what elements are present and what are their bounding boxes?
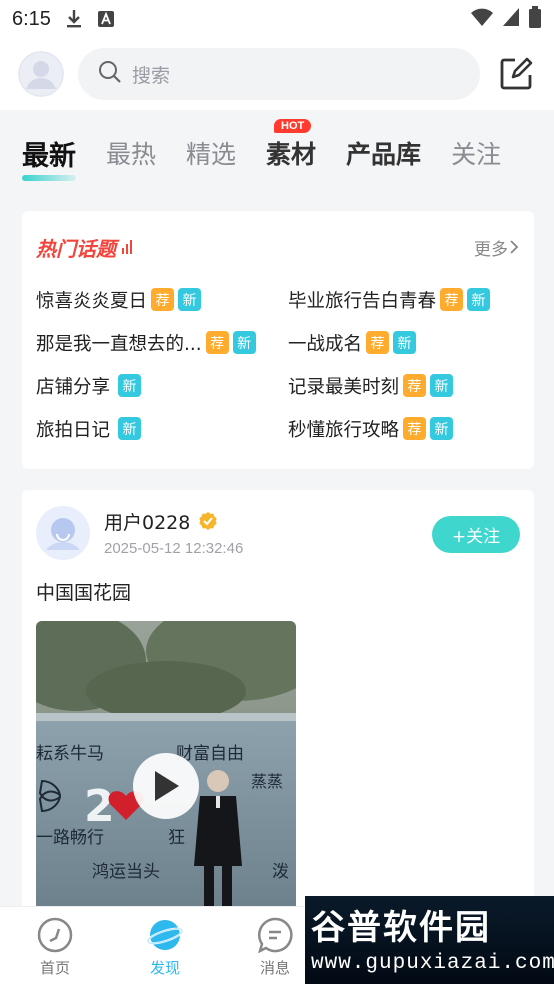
more-topics-link[interactable]: 更多 <box>474 235 520 260</box>
topic-label: 毕业旅行告白青春 <box>288 290 437 312</box>
topic-label: 旅拍日记 <box>36 419 111 441</box>
message-bubble-icon <box>257 917 293 953</box>
discover-planet-icon <box>146 920 184 950</box>
topic-item[interactable]: 惊喜炎炎夏日荐新 <box>36 285 288 314</box>
nav-messages-label: 消息 <box>259 959 290 977</box>
tab-featured[interactable]: 精选 <box>186 135 236 171</box>
recommended-tag: 荐 <box>440 288 464 311</box>
topic-label: 一战成名 <box>288 333 363 355</box>
top-header: 搜索 <box>0 38 554 110</box>
topic-label: 店铺分享 <box>36 376 111 398</box>
hot-topics-card: 热门话题 更多 惊喜炎炎夏日荐新毕业旅行告白青春荐新那是我一直想去的... 荐新一… <box>22 211 534 469</box>
play-button[interactable] <box>133 753 199 819</box>
new-tag: 新 <box>178 288 202 311</box>
recommended-tag: 荐 <box>403 374 427 397</box>
new-tag: 新 <box>118 374 142 397</box>
recommended-tag: 荐 <box>366 331 390 354</box>
topic-label: 惊喜炎炎夏日 <box>36 290 148 312</box>
new-tag: 新 <box>430 417 454 440</box>
hot-badge: HOT <box>274 119 312 133</box>
wifi-icon <box>470 7 494 32</box>
sign-big-number: 2 <box>84 781 115 832</box>
topic-label: 秒懂旅行攻略 <box>288 419 400 441</box>
topic-item[interactable]: 那是我一直想去的... 荐新 <box>36 328 288 357</box>
topic-item[interactable]: 秒懂旅行攻略荐新 <box>288 414 528 443</box>
compose-button[interactable] <box>496 54 536 94</box>
download-icon <box>65 9 83 29</box>
sign-text-3b: 狂 <box>168 828 185 848</box>
new-tag: 新 <box>467 288 491 311</box>
status-bar: 6:15 <box>0 0 554 38</box>
status-time: 6:15 <box>12 7 51 30</box>
topic-grid: 惊喜炎炎夏日荐新毕业旅行告白青春荐新那是我一直想去的... 荐新一战成名荐新店铺分… <box>36 285 520 443</box>
post-username[interactable]: 用户0228 <box>104 508 190 535</box>
site-watermark: 谷普软件园 www.gupuxiazai.com <box>305 896 554 984</box>
user-avatar[interactable] <box>18 51 64 97</box>
tab-materials[interactable]: HOT 素材 <box>266 119 317 171</box>
trending-bars-icon <box>122 240 132 254</box>
nav-discover-label: 发现 <box>149 959 180 977</box>
nav-home[interactable]: 首页 <box>0 907 110 984</box>
default-avatar-icon <box>37 507 89 559</box>
feed-tabs: 最新 最热 精选 HOT 素材 产品库 关注 <box>0 110 554 196</box>
topic-item[interactable]: 记录最美时刻荐新 <box>288 371 528 400</box>
hot-topics-title: 热门话题 <box>36 236 116 261</box>
sign-text-1a: 耘系牛马 <box>36 744 104 764</box>
avatar-person-icon <box>18 51 64 97</box>
tab-following[interactable]: 关注 <box>451 135 501 171</box>
verified-badge-icon <box>199 512 218 530</box>
play-icon <box>155 771 179 801</box>
post-text: 中国国花园 <box>36 582 132 604</box>
nav-discover[interactable]: 发现 <box>110 907 220 984</box>
new-tag: 新 <box>430 374 454 397</box>
topic-label: 那是我一直想去的... <box>36 333 202 355</box>
topic-item[interactable]: 毕业旅行告白青春荐新 <box>288 285 528 314</box>
video-thumbnail[interactable]: 耘系牛马 财富自由 蒸蒸 2 一路畅行 狂 鸿运当头 泼 <box>36 621 296 921</box>
font-notification-icon <box>97 10 115 28</box>
watermark-logo: 谷普软件园 <box>311 908 491 948</box>
tab-latest[interactable]: 最新 <box>22 134 76 181</box>
topic-label: 记录最美时刻 <box>288 376 400 398</box>
topic-item[interactable]: 旅拍日记新 <box>36 414 288 443</box>
edit-icon <box>500 57 533 90</box>
sign-text-3a: 一路畅行 <box>36 828 104 848</box>
nav-home-label: 首页 <box>39 959 70 977</box>
home-compass-icon <box>37 917 73 953</box>
tab-product-library[interactable]: 产品库 <box>346 135 421 171</box>
recommended-tag: 荐 <box>151 288 175 311</box>
recommended-tag: 荐 <box>403 417 427 440</box>
tab-materials-label: 素材 <box>266 140 317 169</box>
tab-hottest[interactable]: 最热 <box>106 135 156 171</box>
sign-text-2: 蒸蒸 <box>251 772 283 791</box>
follow-button[interactable]: +关注 <box>432 516 520 553</box>
topic-item[interactable]: 店铺分享新 <box>36 371 288 400</box>
recommended-tag: 荐 <box>205 331 229 354</box>
new-tag: 新 <box>393 331 417 354</box>
battery-icon <box>528 5 542 33</box>
sign-text-4b: 泼 <box>272 862 289 882</box>
more-label: 更多 <box>474 239 508 260</box>
sign-text-4: 鸿运当头 <box>92 862 160 882</box>
new-tag: 新 <box>232 331 256 354</box>
watermark-url: www.gupuxiazai.com <box>311 952 554 975</box>
post-author-avatar[interactable] <box>36 506 90 560</box>
new-tag: 新 <box>118 417 142 440</box>
chevron-right-icon <box>510 240 519 254</box>
post-card[interactable]: 用户0228 2025-05-12 12:32:46 +关注 中国国花园 耘系牛… <box>22 490 534 921</box>
post-timestamp: 2025-05-12 12:32:46 <box>104 540 244 557</box>
topic-item[interactable]: 一战成名荐新 <box>288 328 528 357</box>
search-bar[interactable]: 搜索 <box>78 48 480 100</box>
search-placeholder: 搜索 <box>132 64 171 87</box>
search-icon <box>98 60 122 88</box>
signal-icon <box>502 7 520 32</box>
